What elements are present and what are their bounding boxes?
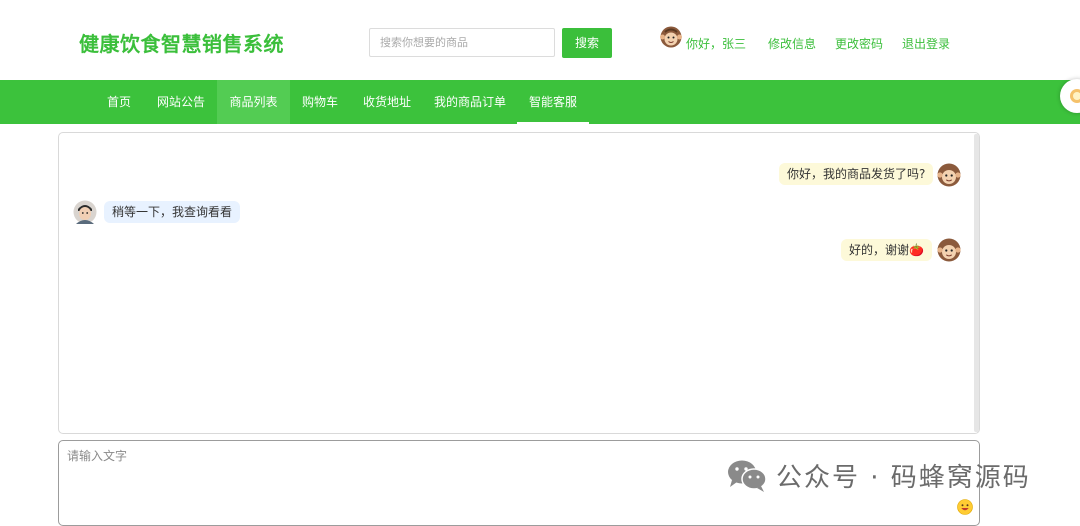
- nav-address[interactable]: 收货地址: [354, 80, 420, 124]
- user-greeting: 你好，张三: [686, 37, 747, 51]
- wechat-icon: [728, 460, 767, 492]
- chat-message-user: 好的，谢谢🍅: [841, 239, 932, 261]
- monkey-avatar-icon: [937, 238, 961, 262]
- nav-announcements[interactable]: 网站公告: [147, 80, 215, 124]
- watermark-text: 公众号 · 码蜂窝源码: [776, 463, 1031, 493]
- nav-home[interactable]: 首页: [97, 80, 141, 124]
- search-input[interactable]: [369, 28, 555, 57]
- nav-cart[interactable]: 购物车: [292, 80, 348, 124]
- main-nav: 首页 网站公告 商品列表 购物车 收货地址 我的商品订单 智能客服: [0, 80, 1080, 124]
- floating-widget-button[interactable]: [1060, 79, 1080, 113]
- header: 健康饮食智慧销售系统 搜索 你好，张三 修改信息 更改密码 退出登录: [0, 0, 1080, 80]
- chat-message-user: 你好，我的商品发货了吗?: [779, 163, 934, 185]
- logout-link[interactable]: 退出登录: [902, 35, 950, 52]
- person-avatar-icon: [73, 200, 97, 224]
- monkey-avatar-icon: [660, 26, 682, 48]
- nav-product-list[interactable]: 商品列表: [217, 80, 290, 124]
- chat-scrollbar[interactable]: [974, 134, 979, 432]
- site-logo[interactable]: 健康饮食智慧销售系统: [79, 28, 284, 57]
- nav-orders[interactable]: 我的商品订单: [427, 80, 513, 124]
- edit-profile-link[interactable]: 修改信息: [768, 35, 816, 52]
- chat-message-service: 稍等一下，我查询看看: [104, 201, 241, 223]
- flower-icon: [1070, 89, 1080, 103]
- search-button[interactable]: 搜索: [562, 28, 612, 58]
- monkey-avatar-icon: [937, 163, 961, 187]
- nav-customer-service[interactable]: 智能客服: [517, 80, 589, 124]
- smiley-emoji-icon[interactable]: [957, 499, 973, 515]
- change-password-link[interactable]: 更改密码: [835, 35, 883, 52]
